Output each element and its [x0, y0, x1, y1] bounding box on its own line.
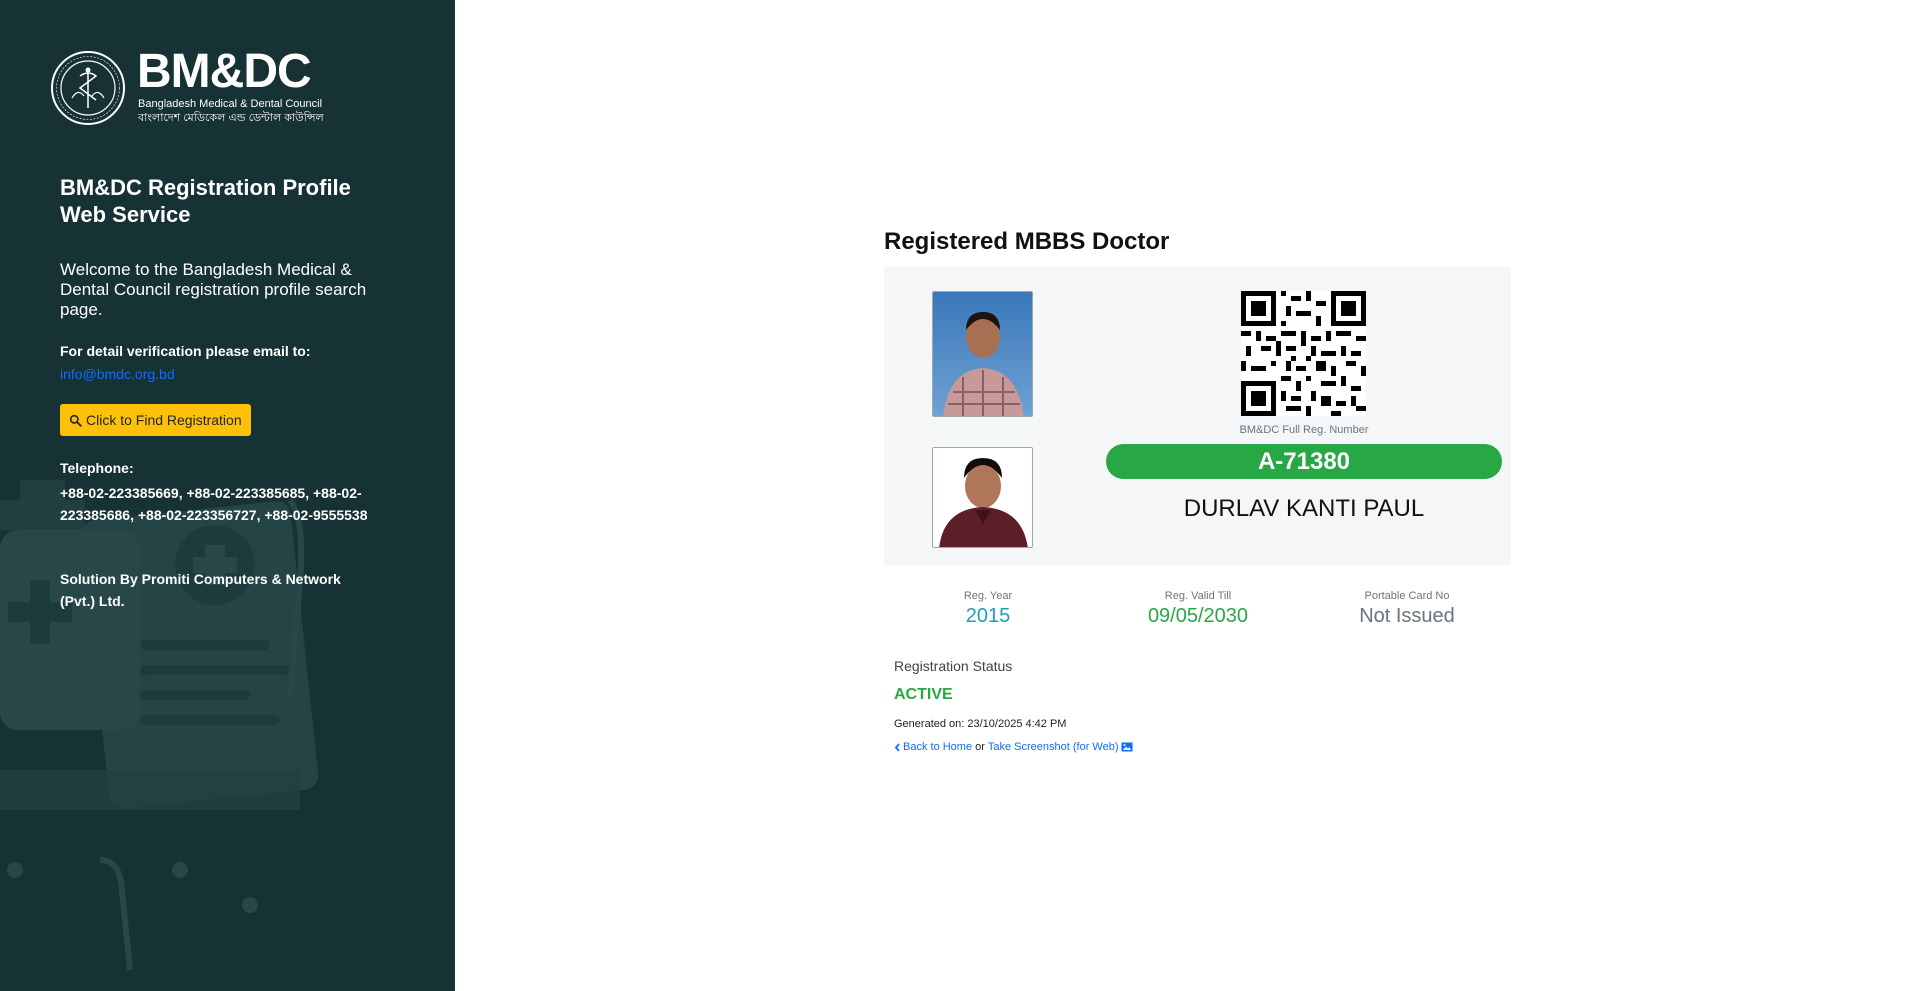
- doctor-name: DURLAV KANTI PAUL: [1183, 495, 1425, 522]
- reg-year-value: 2015: [965, 605, 1011, 627]
- welcome-text: Welcome to the Bangladesh Medical & Dent…: [60, 260, 367, 319]
- or-text: or: [975, 741, 985, 753]
- logo-wordmark: BM&DC: [137, 45, 312, 98]
- solution-credit: Solution By Promiti Computers & Network …: [60, 571, 341, 609]
- registration-status-label: Registration Status: [894, 658, 1013, 674]
- bmdc-logo: BM&DC Bangladesh Medical & Dental Counci…: [50, 46, 330, 128]
- qr-code: [1241, 291, 1366, 416]
- logo-subtitle-bengali: বাংলাদেশ মেডিকেল এন্ড ডেন্টাল কাউন্সিল: [138, 112, 324, 124]
- registration-number-badge: A-71380: [1106, 444, 1502, 479]
- bmdc-seal-icon: [51, 51, 125, 125]
- image-icon: [1121, 742, 1133, 752]
- footer-links: Back to Home or Take Screenshot (for Web…: [894, 741, 1133, 753]
- telephone-numbers: +88-02-223385669, +88-02-223385685, +88-…: [60, 485, 368, 523]
- reg-year-stat: Reg. Year 2015: [878, 590, 1098, 628]
- registration-status-value: ACTIVE: [894, 686, 953, 703]
- email-link[interactable]: info@bmdc.org.bd: [60, 366, 175, 382]
- doctor-photo-registration: [932, 291, 1033, 417]
- sidebar: BM&DC Bangladesh Medical & Dental Counci…: [0, 0, 455, 991]
- portable-card-stat: Portable Card No Not Issued: [1297, 590, 1517, 628]
- portable-card-label: Portable Card No: [1364, 590, 1450, 602]
- logo-subtitle-english: Bangladesh Medical & Dental Council: [138, 98, 323, 110]
- take-screenshot-label: Take Screenshot (for Web): [987, 741, 1119, 753]
- chevron-left-icon: [894, 742, 900, 752]
- back-to-home-link[interactable]: Back to Home: [894, 741, 972, 753]
- sidebar-title: BM&DC Registration Profile Web Service: [60, 175, 351, 227]
- qr-label: BM&DC Full Reg. Number: [1239, 424, 1369, 436]
- verify-label: For detail verification please email to:: [60, 343, 311, 359]
- generated-timestamp: Generated on: 23/10/2025 4:42 PM: [894, 718, 1067, 730]
- doctor-photo-portrait: [932, 447, 1033, 548]
- find-registration-button[interactable]: Click to Find Registration: [60, 404, 251, 436]
- valid-till-stat: Reg. Valid Till 09/05/2030: [1088, 590, 1308, 628]
- back-to-home-label: Back to Home: [903, 741, 973, 753]
- valid-till-label: Reg. Valid Till: [1164, 590, 1232, 602]
- valid-till-value: 09/05/2030: [1147, 605, 1249, 627]
- doctor-profile-card: BM&DC Full Reg. Number A-71380 DURLAV KA…: [884, 267, 1511, 565]
- page-title: Registered MBBS Doctor: [884, 228, 1170, 255]
- telephone-label: Telephone:: [60, 460, 134, 476]
- search-icon: [69, 414, 82, 427]
- take-screenshot-link[interactable]: Take Screenshot (for Web): [988, 741, 1133, 753]
- find-registration-label: Click to Find Registration: [86, 412, 242, 428]
- portable-card-value: Not Issued: [1359, 605, 1455, 627]
- reg-year-label: Reg. Year: [963, 590, 1013, 602]
